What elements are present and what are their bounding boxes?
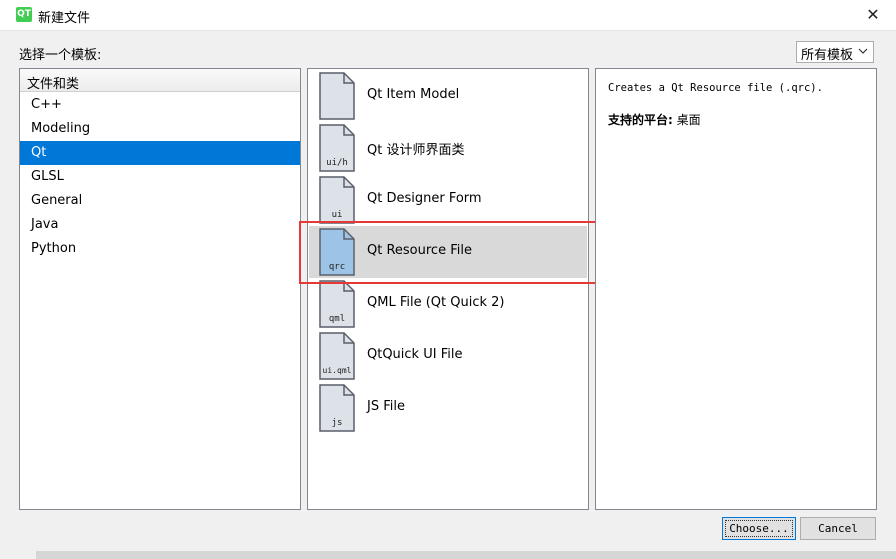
template-item[interactable]: js JS File	[309, 382, 587, 434]
category-item-label: Qt	[31, 145, 47, 160]
file-icon-label: qml	[329, 314, 345, 324]
category-header-label: 文件和类	[27, 77, 80, 92]
selection-highlight-box	[299, 221, 604, 284]
focus-ring	[725, 520, 793, 537]
chevron-down-icon	[858, 48, 868, 54]
category-item[interactable]: Qt	[20, 141, 300, 165]
cancel-button[interactable]: Cancel	[800, 517, 876, 540]
template-item-label: JS File	[367, 399, 405, 414]
template-item[interactable]: ui Qt Designer Form	[309, 174, 587, 226]
file-template-icon	[319, 72, 355, 120]
platform-value: 桌面	[672, 113, 701, 127]
category-item-label: General	[31, 193, 83, 208]
file-icon-label: ui	[332, 210, 343, 220]
template-item[interactable]: ui.qml QtQuick UI File	[309, 330, 587, 382]
template-filter-value: 所有模板	[801, 48, 854, 63]
file-icon-label: ui/h	[326, 158, 348, 168]
platform-label: 支持的平台:	[608, 113, 673, 127]
template-item-label: Qt 设计师界面类	[367, 143, 465, 158]
qt-logo-icon: QT	[16, 7, 32, 22]
template-item[interactable]: ui/h Qt 设计师界面类	[309, 122, 587, 174]
category-item[interactable]: Python	[20, 237, 300, 261]
category-item[interactable]: C++	[20, 93, 300, 117]
template-item-label: QML File (Qt Quick 2)	[367, 295, 505, 310]
category-item[interactable]: General	[20, 189, 300, 213]
template-filter-select[interactable]: 所有模板	[796, 41, 874, 63]
category-item-label: GLSL	[31, 169, 64, 184]
file-template-icon: ui/h	[319, 124, 355, 172]
template-list[interactable]: Qt Item Model ui/h Qt 设计师界面类 ui Qt Designer …	[307, 68, 589, 510]
template-description: Creates a Qt Resource file (.qrc).	[608, 82, 823, 94]
file-icon-label: js	[332, 418, 343, 428]
file-icon-label: ui.qml	[323, 366, 352, 375]
category-item-label: Python	[31, 241, 77, 256]
category-item[interactable]: GLSL	[20, 165, 300, 189]
file-template-icon: js	[319, 384, 355, 432]
category-item-label: Java	[31, 217, 59, 232]
description-panel: Creates a Qt Resource file (.qrc). 支持的平台…	[595, 68, 877, 510]
choose-template-label: 选择一个模板:	[19, 48, 102, 63]
title-bar: QT 新建文件 ✕	[0, 0, 896, 31]
template-item-label: Qt Item Model	[367, 87, 460, 102]
choose-button[interactable]: Choose...	[722, 517, 796, 540]
template-item[interactable]: Qt Item Model	[309, 70, 587, 122]
template-item-label: QtQuick UI File	[367, 347, 463, 362]
template-item[interactable]: qml QML File (Qt Quick 2)	[309, 278, 587, 330]
category-item[interactable]: Java	[20, 213, 300, 237]
template-item-label: Qt Designer Form	[367, 191, 482, 206]
category-item-label: Modeling	[31, 121, 91, 136]
file-template-icon: ui	[319, 176, 355, 224]
supported-platforms: 支持的平台: 桌面	[608, 111, 701, 128]
close-button[interactable]: ✕	[858, 2, 888, 28]
category-item[interactable]: Modeling	[20, 117, 300, 141]
file-template-icon: ui.qml	[319, 332, 355, 380]
file-template-icon: qml	[319, 280, 355, 328]
category-item-label: C++	[31, 97, 62, 112]
category-header: 文件和类	[20, 69, 300, 92]
category-list[interactable]: 文件和类 C++ Modeling Qt GLSL General Java Python	[19, 68, 301, 510]
background-strip	[36, 551, 896, 559]
window-title: 新建文件	[38, 11, 91, 26]
